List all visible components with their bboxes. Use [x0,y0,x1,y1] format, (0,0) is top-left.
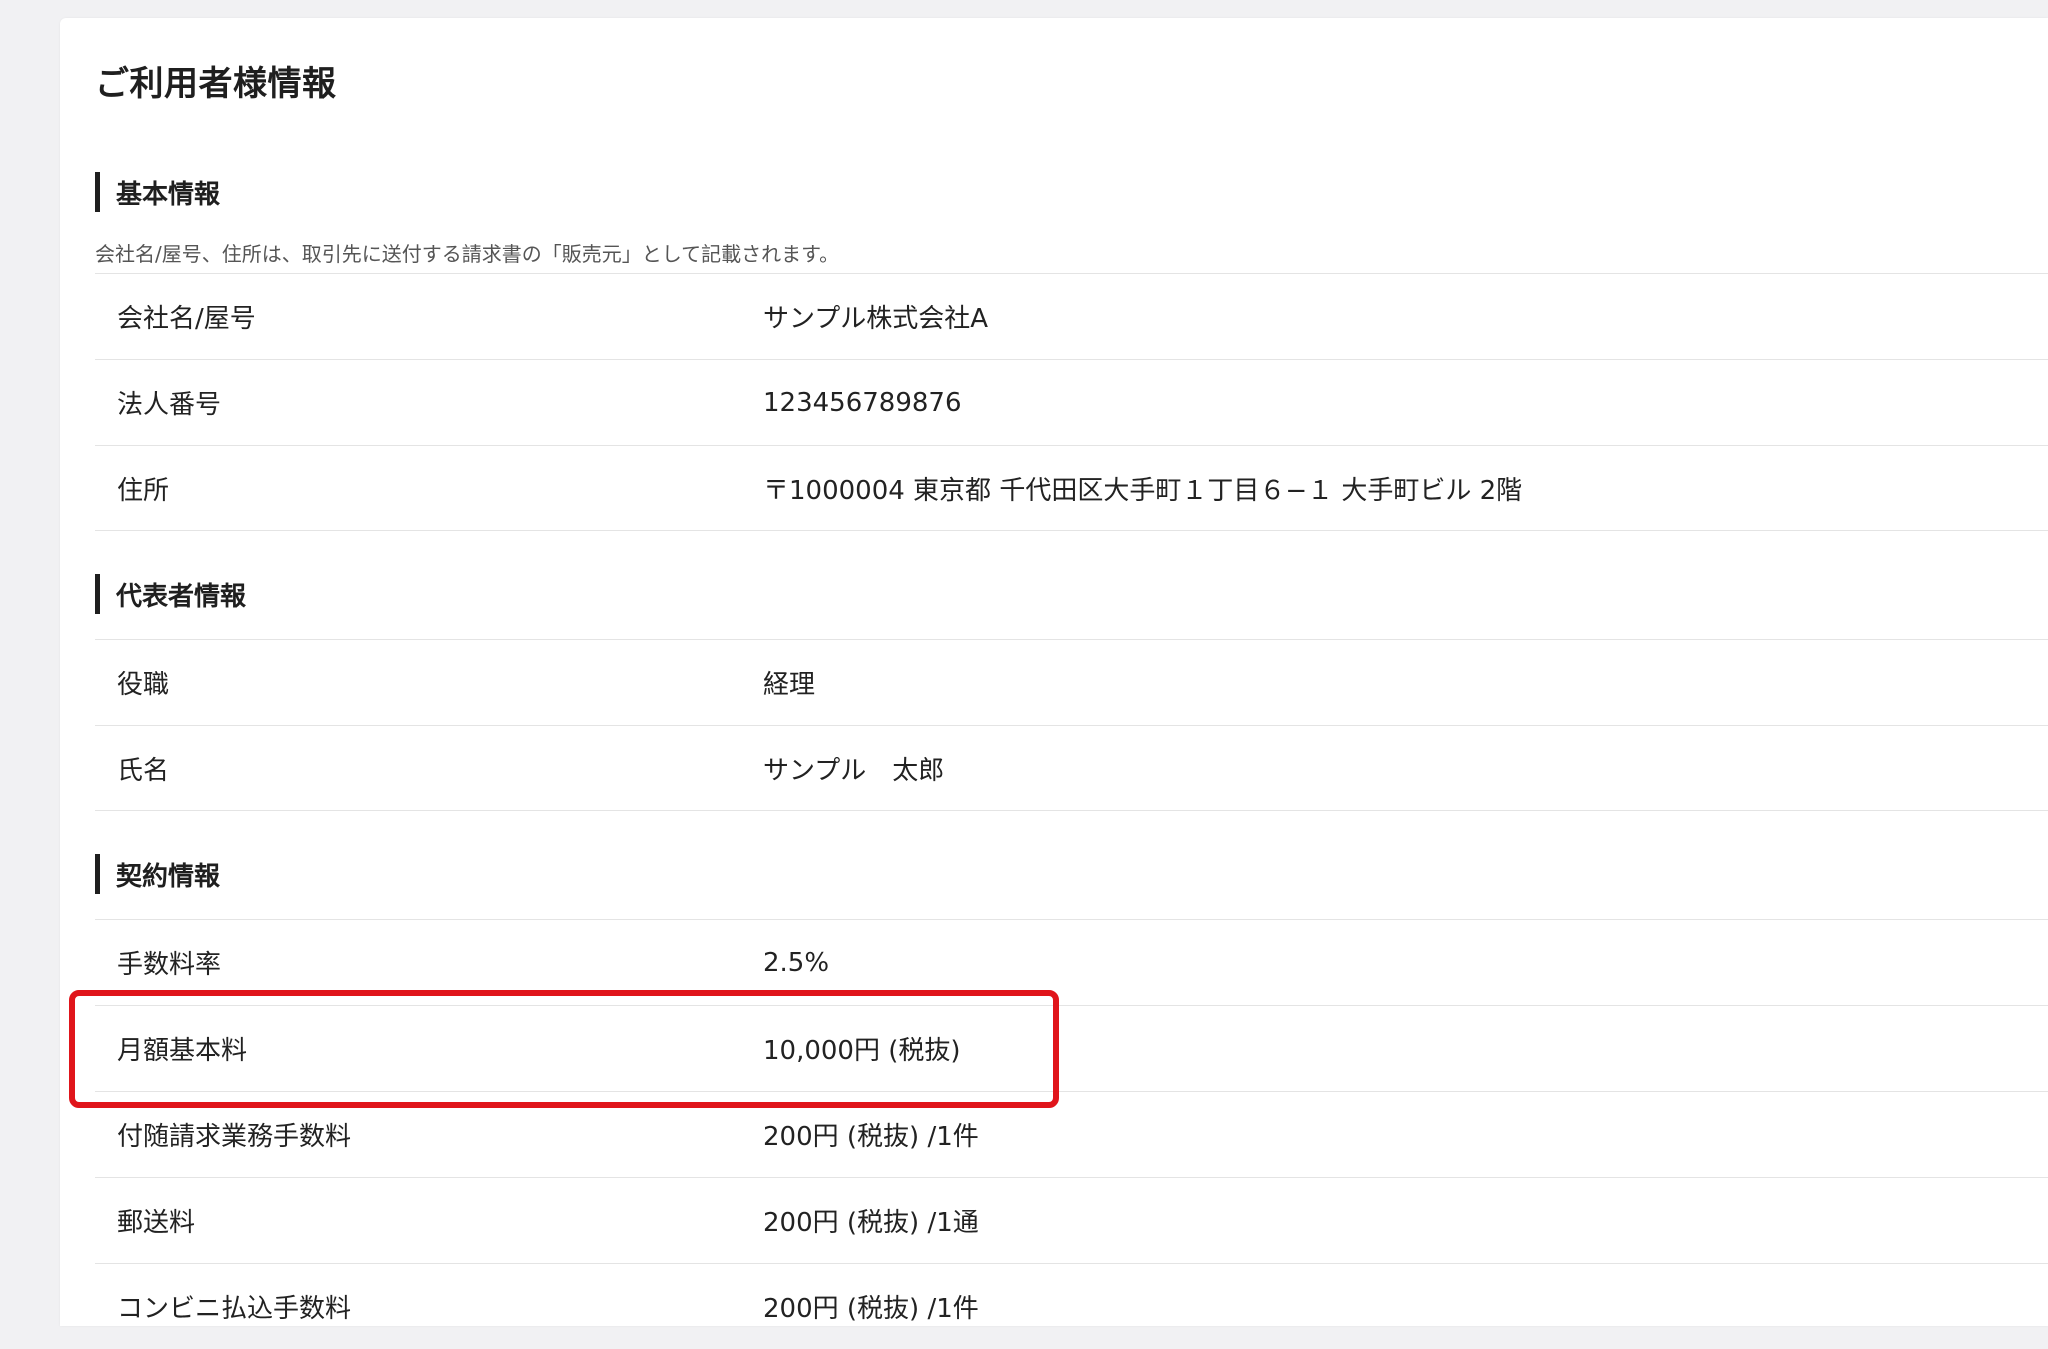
row-value: 200円 (税抜) /1件 [763,1122,979,1152]
user-info-card: ご利用者様情報 基本情報 会社名/屋号、住所は、取引先に送付する請求書の「販売元… [60,18,2048,1326]
info-row-postage: 郵送料 200円 (税抜) /1通 [95,1177,2048,1263]
row-value: 10,000円 (税抜) [763,1036,961,1066]
section-basic-info: 基本情報 [95,171,220,213]
section-representative-info: 代表者情報 [95,573,246,615]
row-value: サンプル 太郎 [763,755,945,786]
row-label: 郵送料 [117,1208,196,1238]
row-value: 経理 [763,670,816,700]
section-bar [95,172,100,212]
section-title: 契約情報 [116,861,221,892]
row-label: 付随請求業務手数料 [117,1122,352,1152]
info-row-convenience-store-fee: コンビニ払込手数料 200円 (税抜) /1件 [95,1263,2048,1349]
info-row-corporate-number: 法人番号 123456789876 [95,359,2048,445]
row-value: 200円 (税抜) /1件 [763,1294,979,1324]
section-title: 基本情報 [116,179,221,210]
info-row-company-name: 会社名/屋号 サンプル株式会社A [95,273,2048,359]
row-value: 200円 (税抜) /1通 [763,1208,979,1238]
row-value: 〒1000004 東京都 千代田区大手町１丁目６−１ 大手町ビル 2階 [763,475,1523,506]
section-bar [95,574,100,614]
section-note: 会社名/屋号、住所は、取引先に送付する請求書の「販売元」として記載されます。 [95,242,840,266]
page-title: ご利用者様情報 [95,64,337,104]
row-label: 役職 [117,670,170,700]
section-contract-info: 契約情報 [95,853,220,895]
row-value: 2.5% [763,947,830,978]
row-value: 123456789876 [763,387,962,418]
info-row-address: 住所 〒1000004 東京都 千代田区大手町１丁目６−１ 大手町ビル 2階 [95,445,2048,531]
info-row-billing-service-fee: 付随請求業務手数料 200円 (税抜) /1件 [95,1091,2048,1177]
info-row-fee-rate: 手数料率 2.5% [95,919,2048,1005]
row-label: 法人番号 [117,390,222,420]
row-label: 氏名 [117,755,170,786]
row-label: コンビニ払込手数料 [117,1294,352,1324]
row-value: サンプル株式会社A [763,304,989,334]
section-title: 代表者情報 [116,581,247,612]
section-bar [95,854,100,894]
info-row-position: 役職 経理 [95,639,2048,725]
row-label: 住所 [117,475,170,506]
row-label: 会社名/屋号 [117,304,256,334]
row-label: 手数料率 [117,950,222,980]
info-row-monthly-fee: 月額基本料 10,000円 (税抜) [95,1005,2048,1091]
info-row-name: 氏名 サンプル 太郎 [95,725,2048,811]
row-label: 月額基本料 [117,1036,248,1066]
